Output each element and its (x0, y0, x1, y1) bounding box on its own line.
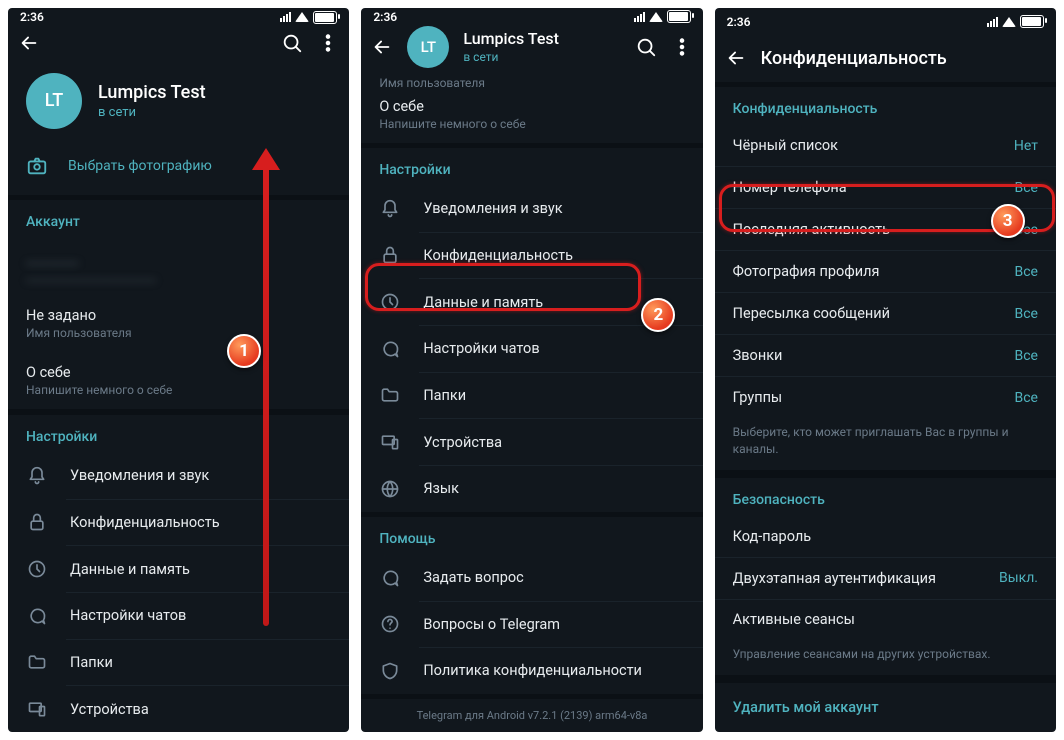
more-icon[interactable] (317, 32, 339, 54)
delete-account-link[interactable]: Удалить мой аккаунт (715, 683, 1056, 732)
section-account: Аккаунт (8, 200, 349, 238)
data-icon (26, 558, 48, 580)
row-phone-number[interactable]: Номер телефонаВсе (715, 167, 1056, 208)
section-settings: Настройки (8, 415, 349, 453)
app-bar (8, 27, 349, 59)
wifi-icon (1002, 17, 1016, 27)
battery-icon (313, 11, 337, 24)
app-bar: LT Lumpics Test в сети (361, 26, 702, 68)
signal-icon (634, 12, 645, 22)
search-icon[interactable] (635, 36, 657, 58)
section-settings: Настройки (361, 148, 702, 186)
avatar[interactable]: LT (26, 73, 82, 129)
wifi-icon (295, 12, 309, 22)
chat-icon (379, 338, 401, 360)
username-row[interactable]: Имя пользователя (361, 68, 702, 92)
groups-hint: Выберите, кто может приглашать Вас в гру… (715, 418, 1056, 470)
about-row[interactable]: О себе Напишите немного о себе (8, 352, 349, 409)
question-icon (379, 613, 401, 635)
row-blacklist[interactable]: Чёрный списокНет (715, 125, 1056, 166)
settings-language[interactable]: Язык (361, 466, 702, 512)
settings-devices[interactable]: Устройства (361, 419, 702, 465)
settings-chats[interactable]: Настройки чатов (361, 326, 702, 372)
bell-icon (379, 198, 401, 220)
phone-3-privacy-settings: 2:36 Конфиденциальность Конфиденциальнос… (715, 8, 1056, 732)
status-time: 2:36 (373, 10, 397, 24)
help-faq[interactable]: Вопросы о Telegram (361, 601, 702, 647)
profile-header: LT Lumpics Test в сети (8, 59, 349, 145)
devices-icon (26, 698, 48, 720)
annotation-badge-3: 3 (991, 204, 1025, 238)
account-phone-row[interactable]: ________ ________________________ (8, 238, 349, 295)
devices-icon (379, 431, 401, 453)
row-groups[interactable]: ГруппыВсе (715, 377, 1056, 418)
section-security: Безопасность (715, 478, 1056, 516)
search-icon[interactable] (281, 32, 303, 54)
phone-2-settings-scrolled: 2:36 LT Lumpics Test в сети Имя пользова… (361, 8, 702, 732)
row-sessions[interactable]: Активные сеансы (715, 599, 1056, 640)
section-privacy: Конфиденциальность (715, 87, 1056, 125)
annotation-badge-1: 1 (227, 334, 261, 368)
chat-icon (26, 605, 48, 627)
settings-data[interactable]: Данные и память (8, 546, 349, 592)
shield-icon (379, 660, 401, 682)
row-calls[interactable]: ЗвонкиВсе (715, 335, 1056, 376)
more-icon[interactable] (671, 36, 693, 58)
settings-chats[interactable]: Настройки чатов (8, 593, 349, 639)
data-icon (379, 291, 401, 313)
section-help: Помощь (361, 517, 702, 555)
status-bar: 2:36 (8, 8, 349, 27)
choose-photo-button[interactable]: Выбрать фотографию (8, 145, 349, 195)
profile-status: в сети (463, 50, 620, 64)
help-ask[interactable]: Задать вопрос (361, 555, 702, 601)
avatar[interactable]: LT (407, 26, 449, 68)
status-bar: 2:36 (361, 8, 702, 26)
row-forward[interactable]: Пересылка сообщенийВсе (715, 293, 1056, 334)
status-icons (280, 11, 337, 24)
page-title: Конфиденциальность (761, 48, 1046, 69)
chat-icon (379, 567, 401, 589)
folder-icon (379, 384, 401, 406)
settings-notifications[interactable]: Уведомления и звук (8, 453, 349, 499)
username-row[interactable]: Не задано Имя пользователя (8, 295, 349, 352)
status-time: 2:36 (727, 15, 751, 29)
row-profile-photo[interactable]: Фотография профиляВсе (715, 251, 1056, 292)
profile-name: Lumpics Test (463, 29, 620, 48)
app-bar: Конфиденциальность (715, 35, 1056, 81)
camera-icon (26, 155, 48, 177)
phone-1-settings-profile: 2:36 LT Lumpics Test в сети Выбрать фото… (8, 8, 349, 732)
settings-folders[interactable]: Папки (361, 372, 702, 418)
status-time: 2:36 (20, 10, 44, 24)
back-icon[interactable] (18, 32, 40, 54)
row-two-step[interactable]: Двухэтапная аутентификацияВыкл. (715, 558, 1056, 599)
wifi-icon (649, 12, 663, 22)
settings-privacy[interactable]: Конфиденциальность (361, 232, 702, 278)
battery-icon (1020, 15, 1044, 28)
settings-devices[interactable]: Устройства (8, 686, 349, 732)
back-icon[interactable] (725, 47, 747, 69)
status-bar: 2:36 (715, 8, 1056, 35)
sessions-hint: Управление сеансами на других устройства… (715, 640, 1056, 675)
settings-privacy[interactable]: Конфиденциальность (8, 499, 349, 545)
help-policy[interactable]: Политика конфиденциальности (361, 648, 702, 694)
folder-icon (26, 651, 48, 673)
globe-icon (379, 478, 401, 500)
signal-icon (987, 17, 998, 27)
battery-icon (667, 10, 691, 23)
profile-name: Lumpics Test (98, 82, 206, 103)
settings-notifications[interactable]: Уведомления и звук (361, 186, 702, 232)
lock-icon (379, 244, 401, 266)
row-passcode[interactable]: Код-пароль (715, 516, 1056, 557)
lock-icon (26, 511, 48, 533)
profile-status: в сети (98, 105, 206, 120)
signal-icon (280, 12, 291, 22)
settings-folders[interactable]: Папки (8, 639, 349, 685)
about-row[interactable]: О себе Напишите немного о себе (361, 92, 702, 143)
bell-icon (26, 465, 48, 487)
back-icon[interactable] (371, 36, 393, 58)
version-footer: Telegram для Android v7.2.1 (2139) arm64… (361, 699, 702, 732)
